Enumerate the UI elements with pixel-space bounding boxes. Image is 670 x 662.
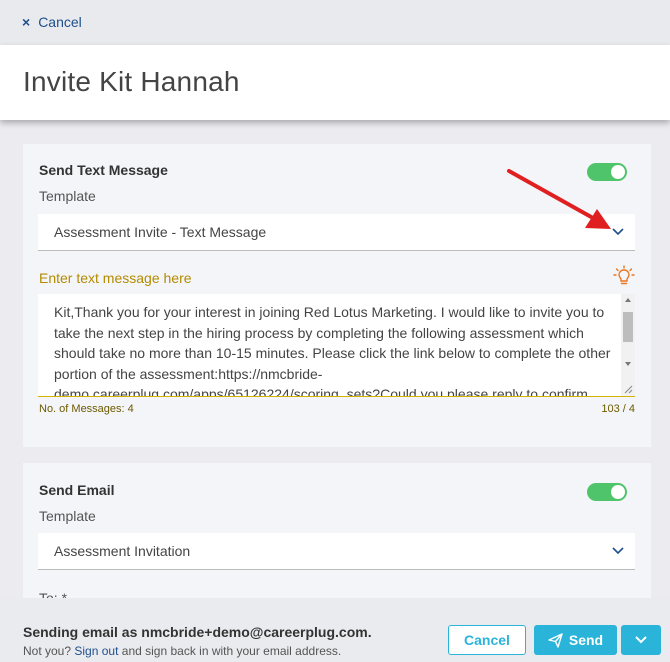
close-icon: × bbox=[22, 14, 31, 30]
chevron-down-icon bbox=[635, 636, 647, 644]
page-title: Invite Kit Hannah bbox=[23, 66, 240, 97]
scroll-down-arrow-icon[interactable] bbox=[625, 362, 631, 366]
sms-message-label: Enter text message here bbox=[39, 270, 192, 286]
top-bar: × Cancel bbox=[0, 0, 670, 45]
scroll-thumb[interactable] bbox=[623, 312, 633, 342]
annotation-arrow-icon bbox=[507, 169, 611, 229]
cancel-link-label: Cancel bbox=[38, 14, 82, 30]
sending-as-text: Sending email as nmcbride+demo@careerplu… bbox=[23, 624, 372, 640]
send-email-title: Send Email bbox=[39, 482, 115, 498]
scroll-up-arrow-icon[interactable] bbox=[625, 298, 631, 302]
send-email-toggle[interactable] bbox=[587, 483, 627, 501]
send-options-dropdown-button[interactable] bbox=[621, 625, 661, 655]
email-template-value: Assessment Invitation bbox=[54, 543, 191, 559]
send-button-label: Send bbox=[568, 632, 604, 648]
send-text-message-title: Send Text Message bbox=[39, 162, 168, 178]
email-template-select[interactable]: Assessment Invitation bbox=[38, 533, 635, 570]
not-you-text: Not you? Sign out and sign back in with … bbox=[23, 644, 341, 658]
not-you-label: Not you? bbox=[23, 644, 72, 658]
toggle-knob bbox=[611, 485, 625, 499]
resize-grip-icon[interactable] bbox=[624, 385, 633, 394]
email-template-label: Template bbox=[39, 508, 96, 524]
sms-template-value: Assessment Invite - Text Message bbox=[54, 224, 267, 240]
sms-message-count: No. of Messages: 4 bbox=[39, 403, 134, 415]
cancel-link[interactable]: × Cancel bbox=[22, 14, 82, 30]
sign-back-label: and sign back in with your email address… bbox=[121, 644, 342, 658]
footer-bar: Sending email as nmcbride+demo@careerplu… bbox=[0, 598, 670, 662]
sms-message-textarea[interactable]: Kit,Thank you for your interest in joini… bbox=[38, 294, 635, 397]
sms-template-label: Template bbox=[39, 188, 96, 204]
sms-message-text: Kit,Thank you for your interest in joini… bbox=[54, 304, 611, 397]
cancel-button[interactable]: Cancel bbox=[448, 625, 526, 655]
email-to-label: To: * bbox=[39, 590, 68, 598]
send-button[interactable]: Send bbox=[534, 625, 617, 655]
page-header: Invite Kit Hannah bbox=[0, 45, 670, 120]
sms-char-count: 103 / 4 bbox=[601, 403, 635, 415]
lightbulb-icon[interactable] bbox=[613, 265, 635, 287]
textarea-scrollbar[interactable] bbox=[621, 294, 635, 396]
chevron-down-icon bbox=[612, 547, 624, 555]
sign-out-link[interactable]: Sign out bbox=[74, 644, 118, 658]
send-email-card: Send Email Template Assessment Invitatio… bbox=[23, 463, 651, 598]
paper-plane-icon bbox=[548, 632, 563, 648]
